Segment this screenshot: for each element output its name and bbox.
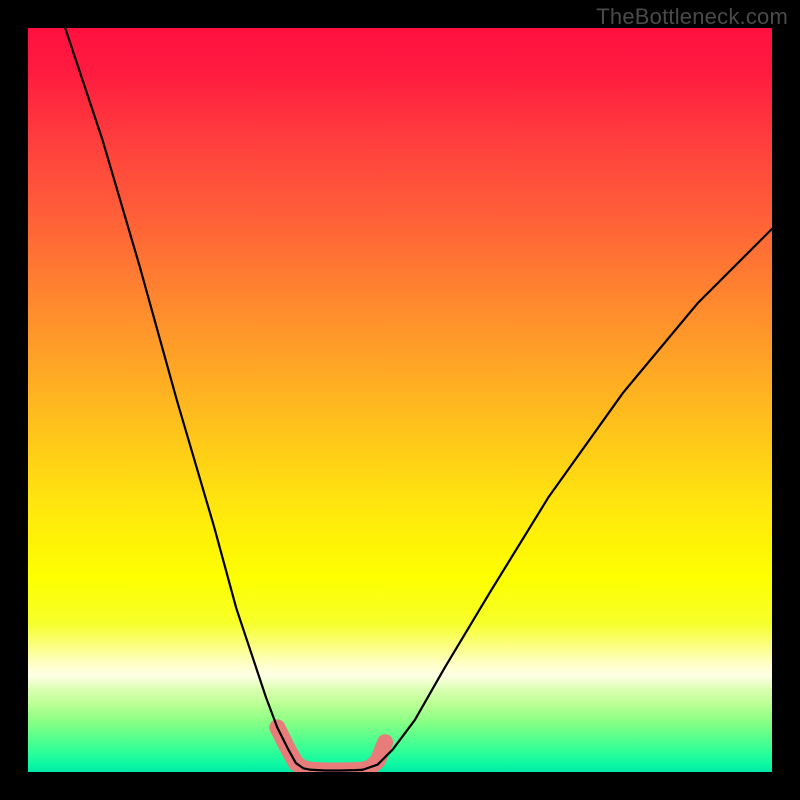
bottleneck-curve-left	[65, 28, 311, 770]
bottleneck-curve-floor	[311, 770, 363, 771]
chart-frame: TheBottleneck.com	[0, 0, 800, 800]
curve-layer	[28, 28, 772, 772]
bottleneck-curve-right	[363, 229, 772, 770]
optimal-range-highlight	[277, 727, 385, 770]
plot-area	[28, 28, 772, 772]
watermark-text: TheBottleneck.com	[596, 4, 788, 30]
